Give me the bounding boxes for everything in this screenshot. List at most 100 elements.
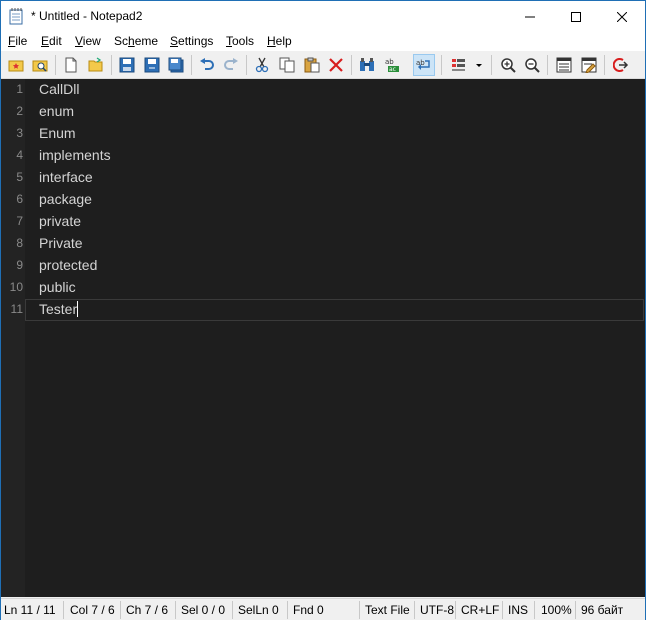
zoom-in-button[interactable] <box>497 54 519 76</box>
status-separator <box>414 601 415 619</box>
status-file-size: 96 байт <box>581 603 624 617</box>
menu-help[interactable]: Help <box>267 34 292 48</box>
status-separator <box>575 601 576 619</box>
code-line[interactable]: protected <box>39 257 97 273</box>
cut-icon <box>255 57 269 73</box>
toolbar-separator <box>441 55 442 75</box>
code-line[interactable]: enum <box>39 103 74 119</box>
save-button[interactable] <box>116 54 138 76</box>
toolbar-separator <box>491 55 492 75</box>
close-icon <box>617 11 627 22</box>
code-line[interactable]: CallDll <box>39 81 79 97</box>
favorites-button[interactable] <box>5 54 27 76</box>
maximize-button[interactable] <box>553 1 599 32</box>
browse-icon <box>32 60 48 72</box>
line-number: 2 <box>16 104 23 118</box>
status-char: Ch 7 / 6 <box>126 603 169 617</box>
line-number: 5 <box>16 170 23 184</box>
status-selection: Sel 0 / 0 <box>181 603 226 617</box>
delete-icon <box>329 58 343 72</box>
toolbar-separator <box>246 55 247 75</box>
menu-bar: File Edit View Scheme Settings Tools Hel… <box>1 32 645 51</box>
undo-icon <box>200 58 214 70</box>
toolbar-separator <box>351 55 352 75</box>
status-line-ending[interactable]: CR+LF <box>461 603 499 617</box>
line-number: 1 <box>16 82 23 96</box>
status-separator <box>120 601 121 619</box>
status-column: Col 7 / 6 <box>70 603 115 617</box>
word-wrap-button[interactable]: ab <box>413 54 435 76</box>
minimize-button[interactable] <box>507 1 553 32</box>
window-title: * Untitled - Notepad2 <box>31 9 143 23</box>
toolbar-separator <box>191 55 192 75</box>
save-as-button[interactable] <box>141 54 163 76</box>
status-file-type[interactable]: Text File <box>365 603 410 617</box>
text-caret <box>77 301 79 317</box>
code-line[interactable]: Enum <box>39 125 76 141</box>
save-copy-button[interactable] <box>165 54 187 76</box>
status-separator <box>534 601 535 619</box>
code-line[interactable]: Private <box>39 235 83 251</box>
delete-button[interactable] <box>325 54 347 76</box>
code-line[interactable]: public <box>39 279 76 295</box>
paste-button[interactable] <box>301 54 323 76</box>
status-separator <box>359 601 360 619</box>
status-separator <box>63 601 64 619</box>
exit-button[interactable] <box>610 54 632 76</box>
line-number: 3 <box>16 126 23 140</box>
replace-icon: abac <box>385 58 399 73</box>
find-button[interactable] <box>356 54 378 76</box>
svg-text:ac: ac <box>389 66 396 73</box>
exit-icon <box>613 58 629 72</box>
menu-view[interactable]: View <box>75 34 101 48</box>
close-button[interactable] <box>599 1 645 32</box>
menu-scheme[interactable]: Scheme <box>114 34 158 48</box>
status-separator <box>175 601 176 619</box>
scheme-button[interactable] <box>447 54 485 76</box>
line-number: 11 <box>10 302 23 316</box>
undo-button[interactable] <box>196 54 218 76</box>
line-number: 8 <box>16 236 23 250</box>
favorites-icon <box>8 60 24 72</box>
toolbar-separator <box>111 55 112 75</box>
status-separator <box>455 601 456 619</box>
title-bar[interactable]: * Untitled - Notepad2 <box>1 1 645 32</box>
save-icon <box>119 57 135 73</box>
toolbar-separator <box>55 55 56 75</box>
code-line[interactable]: implements <box>39 147 111 163</box>
zoom-out-icon <box>525 58 540 73</box>
copy-button[interactable] <box>276 54 298 76</box>
settings-button[interactable] <box>578 54 600 76</box>
code-line-current[interactable]: Tester <box>39 301 79 317</box>
menu-settings[interactable]: Settings <box>170 34 213 48</box>
notepad-icon <box>9 8 23 25</box>
scheme-config-icon <box>556 57 572 73</box>
paste-icon <box>304 57 320 73</box>
replace-button[interactable]: ab ac <box>381 54 403 76</box>
code-line[interactable]: private <box>39 213 81 229</box>
line-number: 7 <box>16 214 23 228</box>
cut-button[interactable] <box>251 54 273 76</box>
menu-file[interactable]: File <box>8 34 27 48</box>
status-bar: Ln 11 / 11 Col 7 / 6 Ch 7 / 6 Sel 0 / 0 … <box>1 598 645 620</box>
redo-button[interactable] <box>220 54 242 76</box>
status-encoding[interactable]: UTF-8 <box>420 603 454 617</box>
scheme-config-button[interactable] <box>553 54 575 76</box>
open-folder-button[interactable] <box>85 54 107 76</box>
toolbar-separator <box>604 55 605 75</box>
status-insert-mode[interactable]: INS <box>508 603 528 617</box>
zoom-out-button[interactable] <box>521 54 543 76</box>
scheme-icon <box>452 59 482 71</box>
browse-button[interactable] <box>29 54 51 76</box>
find-icon <box>360 58 374 71</box>
editor-area[interactable]: 1 2 3 4 5 6 7 8 9 10 11 CallDll enum Enu… <box>1 79 645 597</box>
toolbar: ab ac ab <box>1 51 645 79</box>
zoom-in-icon <box>501 58 516 73</box>
status-zoom[interactable]: 100% <box>541 603 572 617</box>
code-line[interactable]: interface <box>39 169 93 185</box>
maximize-icon <box>571 11 581 22</box>
new-file-button[interactable] <box>60 54 82 76</box>
menu-tools[interactable]: Tools <box>226 34 254 48</box>
code-line[interactable]: package <box>39 191 92 207</box>
menu-edit[interactable]: Edit <box>41 34 62 48</box>
